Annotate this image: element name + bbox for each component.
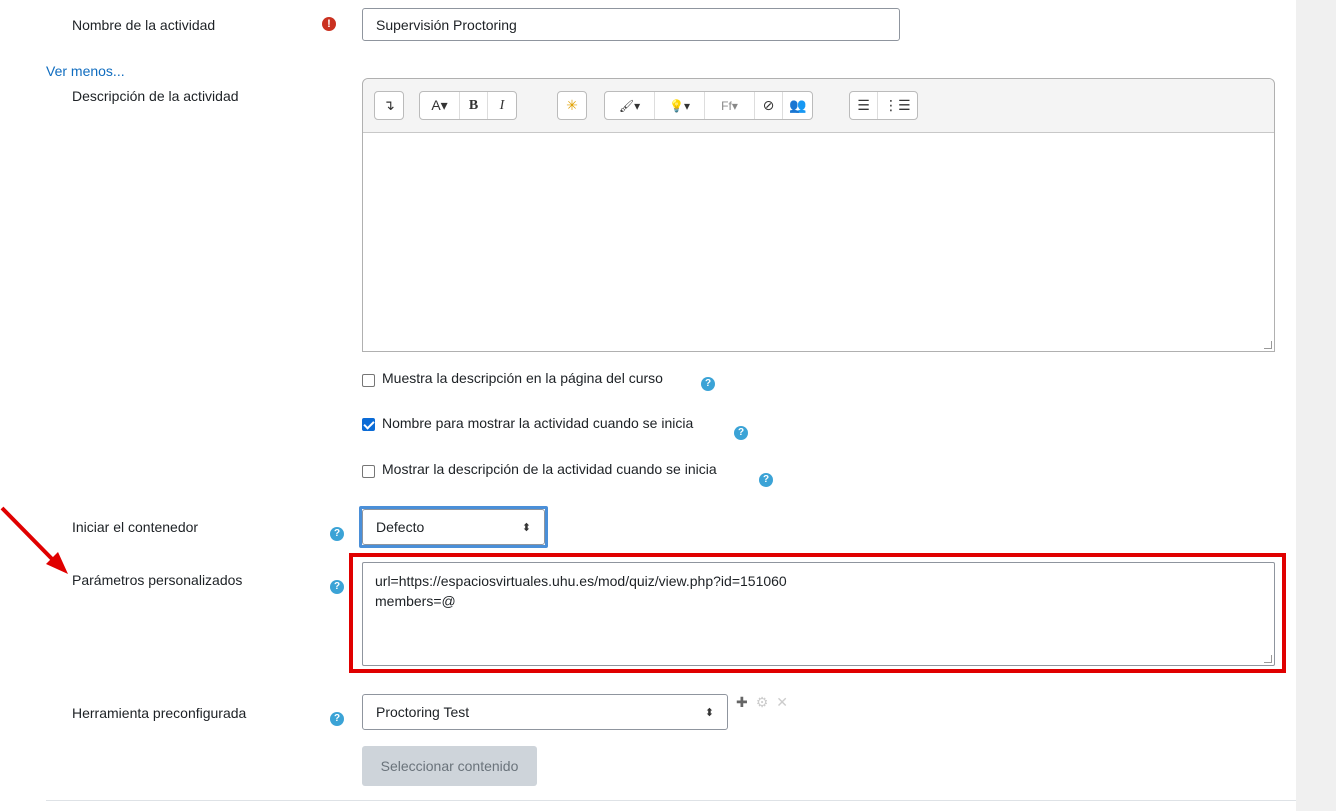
show-name-label: Nombre para mostrar la actividad cuando … [382, 415, 694, 431]
launch-container-label: Iniciar el contenedor [72, 519, 199, 535]
show-description-checkbox[interactable] [362, 374, 375, 387]
teams-icon[interactable]: 👥 [783, 92, 812, 119]
sort-arrows-icon: ⬍ [704, 706, 714, 719]
bold-button[interactable]: B [460, 92, 488, 119]
brush-icon[interactable]: 🖌▾ [605, 92, 655, 119]
custom-params-label: Parámetros personalizados [72, 572, 243, 588]
section-divider [46, 800, 1296, 801]
collapse-toolbar-button[interactable]: ↴ [375, 92, 403, 119]
editor-toolbar: ↴ A▾ B I ✳ 🖌▾ 💡▾ Ff▾ ⊘ 👥 ☰ ⋮☰ [363, 79, 1274, 133]
show-activity-description-label: Mostrar la descripción de la actividad c… [382, 461, 717, 477]
question-circle-icon[interactable]: ? [701, 377, 715, 391]
italic-button[interactable]: I [488, 92, 516, 119]
right-sidebar-panel [1296, 0, 1336, 811]
show-name-checkbox[interactable] [362, 418, 375, 431]
question-circle-icon[interactable]: ? [330, 712, 344, 726]
eraser-icon[interactable]: ⊘ [755, 92, 783, 119]
exclamation-circle-icon: ! [322, 17, 336, 31]
preconfigured-tool-value: Proctoring Test [376, 704, 470, 720]
focus-highlight [359, 506, 548, 548]
plus-icon[interactable]: ✚ [736, 694, 748, 711]
question-circle-icon[interactable]: ? [330, 527, 344, 541]
font-family-button[interactable]: Ff▾ [705, 92, 755, 119]
question-circle-icon[interactable]: ? [734, 426, 748, 440]
preconfigured-tool-select[interactable]: Proctoring Test ⬍ [362, 694, 728, 730]
question-circle-icon[interactable]: ? [759, 473, 773, 487]
red-highlight-box [349, 553, 1286, 673]
editor-content-area[interactable] [363, 133, 1274, 351]
description-label: Descripción de la actividad [72, 88, 239, 104]
toolbar-group-text: A▾ B I [419, 91, 517, 120]
gear-icon[interactable]: ⚙ [756, 694, 769, 711]
lightbulb-icon[interactable]: 💡▾ [655, 92, 705, 119]
sparkle-icon[interactable]: ✳ [558, 92, 586, 119]
toolbar-group-format: 🖌▾ 💡▾ Ff▾ ⊘ 👥 [604, 91, 814, 120]
select-content-button[interactable]: Seleccionar contenido [362, 746, 537, 786]
question-circle-icon[interactable]: ? [330, 580, 344, 594]
activity-name-label: Nombre de la actividad [72, 17, 216, 33]
red-arrow-annotation [0, 506, 68, 574]
resize-grip-icon[interactable] [1264, 341, 1272, 349]
activity-name-value: Supervisión Proctoring [376, 16, 517, 33]
activity-name-input[interactable]: Supervisión Proctoring [362, 8, 900, 41]
unordered-list-icon[interactable]: ☰ [850, 92, 878, 119]
show-activity-description-checkbox[interactable] [362, 465, 375, 478]
ordered-list-icon[interactable]: ⋮☰ [878, 92, 917, 119]
description-editor[interactable]: ↴ A▾ B I ✳ 🖌▾ 💡▾ Ff▾ ⊘ 👥 ☰ ⋮☰ [362, 78, 1275, 352]
preconfigured-tool-label: Herramienta preconfigurada [72, 705, 247, 721]
toolbar-group-lists: ☰ ⋮☰ [849, 91, 918, 120]
show-description-label: Muestra la descripción en la página del … [382, 370, 663, 386]
toolbar-group-collapse: ↴ [374, 91, 404, 120]
font-style-button[interactable]: A▾ [420, 92, 460, 119]
toolbar-group-emoji: ✳ [557, 91, 587, 120]
tool-actions: ✚ ⚙ ✕ [736, 694, 788, 711]
close-icon[interactable]: ✕ [776, 694, 788, 711]
show-less-link[interactable]: Ver menos... [46, 63, 125, 79]
